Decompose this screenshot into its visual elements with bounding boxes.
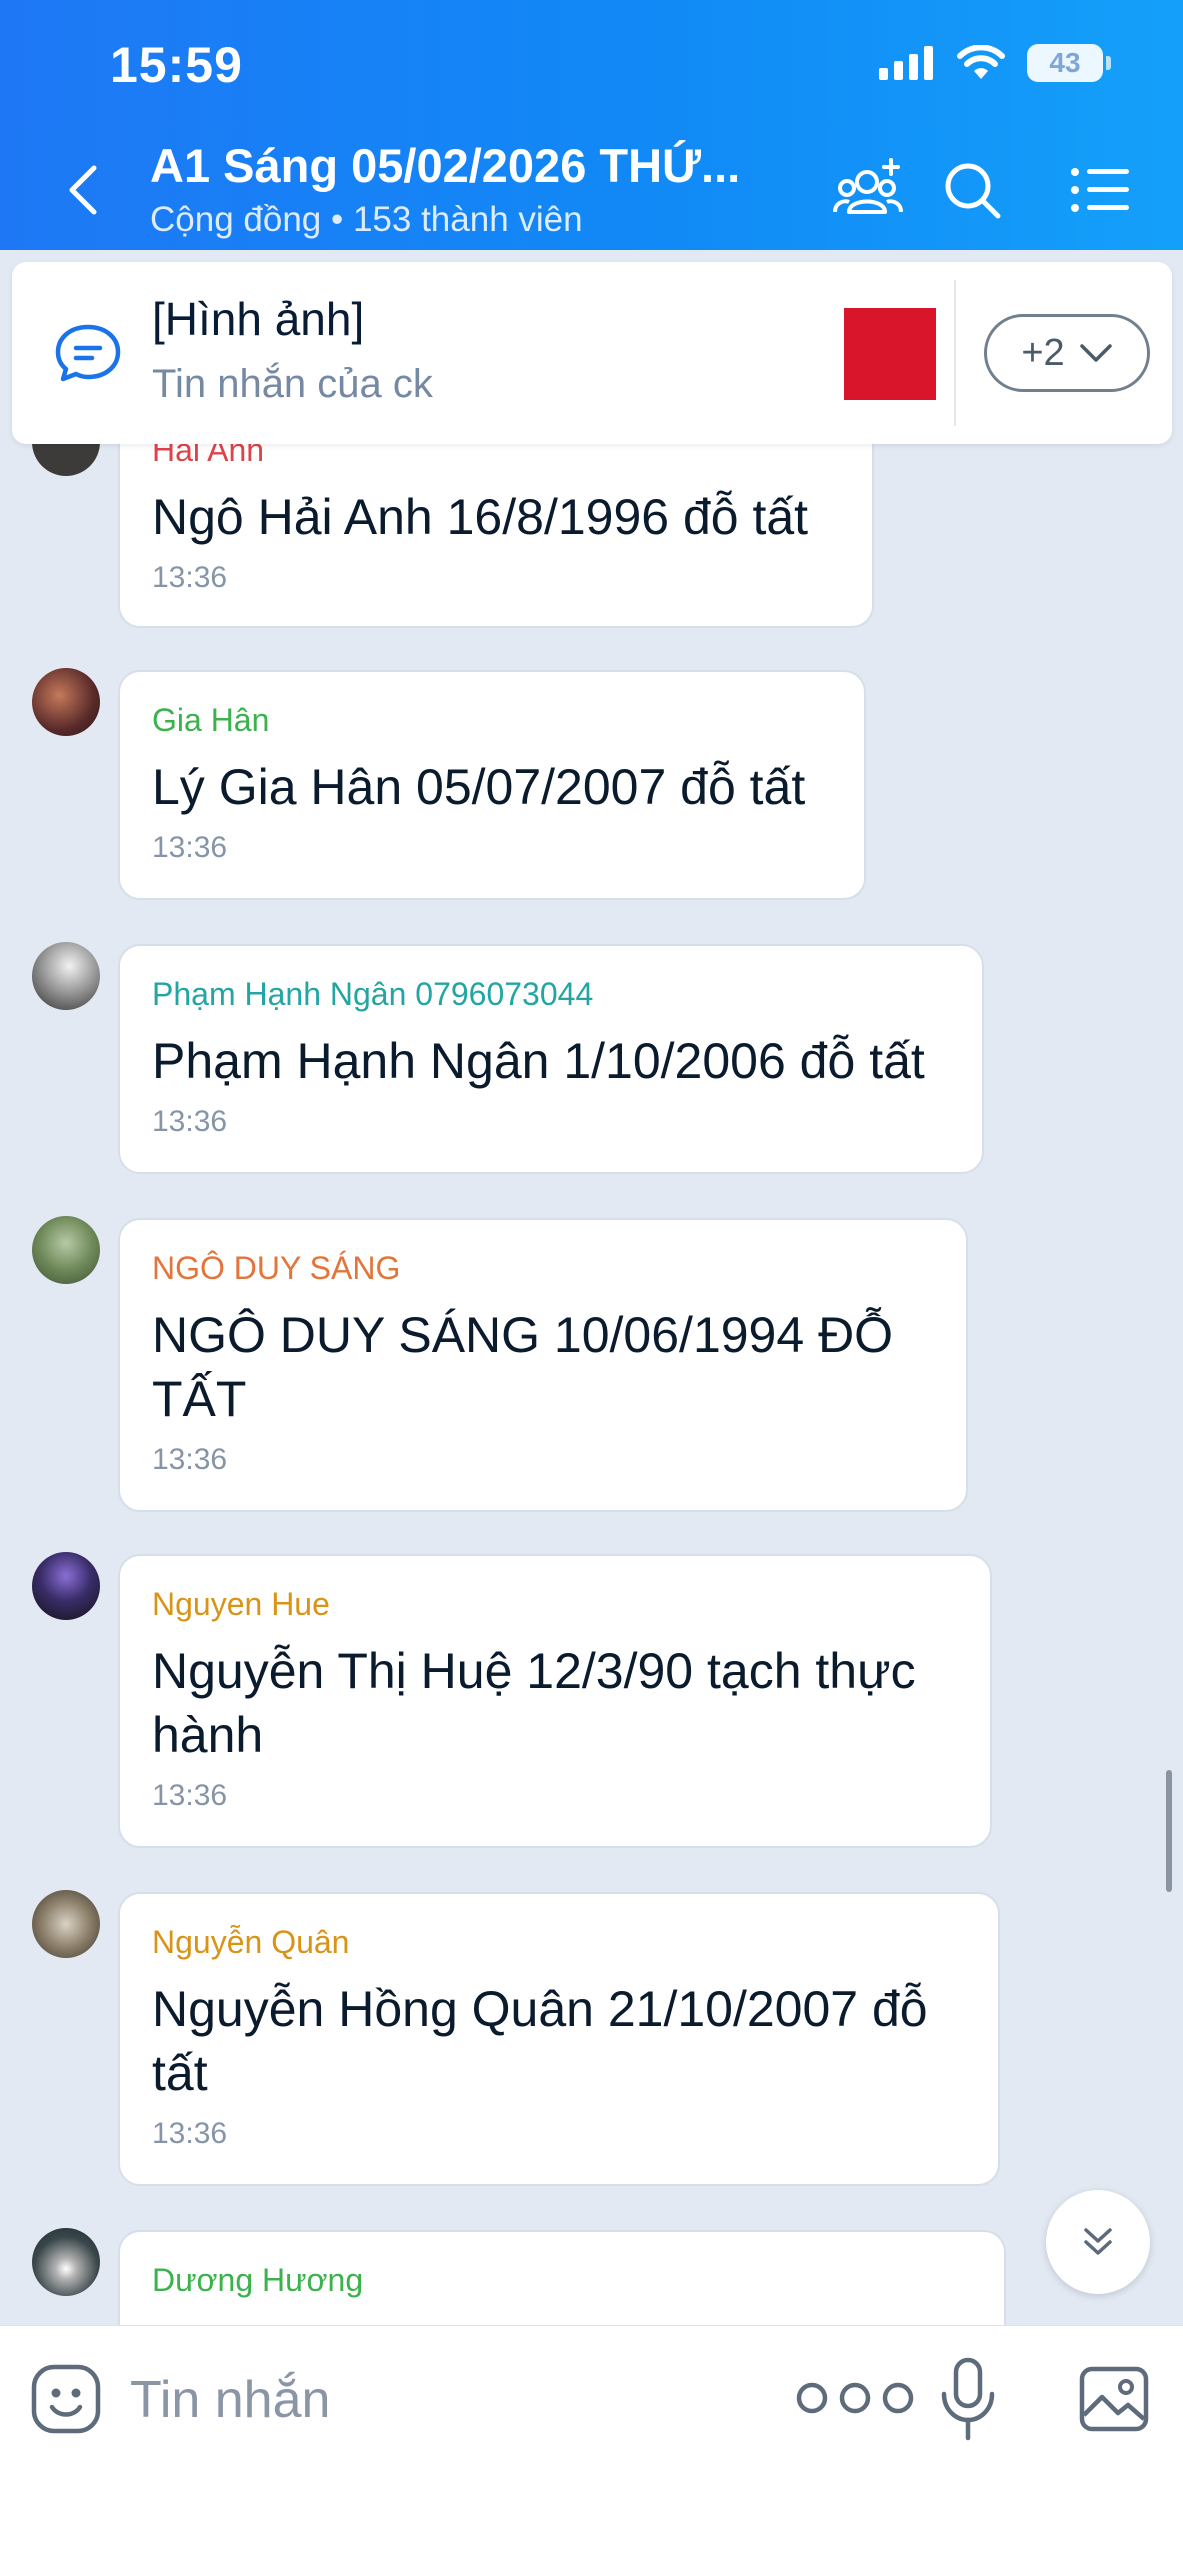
search-button[interactable] [932,150,1012,230]
scrollbar[interactable] [1166,1770,1172,1892]
menu-list-icon [1071,168,1129,212]
avatar[interactable] [32,942,100,1010]
group-title[interactable]: A1 Sáng 05/02/2026 THỨ... [150,138,780,193]
pinned-more-count: +2 [1021,331,1065,374]
message-input[interactable] [130,2362,730,2438]
pinned-more-button[interactable]: +2 [984,314,1150,392]
avatar[interactable] [32,1890,100,1958]
message-time: 13:36 [152,561,228,594]
emoji-sticker-icon[interactable] [30,2363,102,2435]
status-icons: 43 [879,44,1111,82]
menu-button[interactable] [1060,150,1140,230]
double-chevron-down-icon [1084,2228,1112,2255]
message-bubble[interactable]: Gia Hân Lý Gia Hân 05/07/2007 đỗ tất 13:… [118,670,866,900]
image-gallery-icon[interactable] [1078,2363,1150,2435]
search-icon [945,163,1001,219]
sender-name: NGÔ DUY SÁNG [152,1250,401,1286]
message-text: Phạm Hạnh Ngân 1/10/2006 đỗ tất [152,1033,925,1089]
pinned-message-bar[interactable]: [Hình ảnh] Tin nhắn của ck +2 [12,262,1172,444]
message-time: 13:36 [152,1105,228,1138]
sender-name: Nguyen Hue [152,1586,330,1622]
message-bubble[interactable]: Nguyen Hue Nguyễn Thị Huệ 12/3/90 tạch t… [118,1554,992,1848]
status-time: 15:59 [110,37,243,93]
chat-header: 15:59 43 A1 Sáng 05/02/2026 THỨ... Cộng … [0,0,1183,250]
back-icon [69,165,97,215]
chat-bubble-icon [55,324,121,382]
avatar[interactable] [32,668,100,736]
message-text: NGÔ DUY SÁNG 10/06/1994 ĐỖ TẤT [152,1307,894,1427]
wifi-icon [957,45,1005,79]
message-time: 13:36 [152,831,228,864]
avatar[interactable] [32,2228,100,2296]
message-text: Nguyễn Hồng Quân 21/10/2007 đỗ tất [152,1981,928,2101]
group-add-icon [833,158,903,214]
message-bubble[interactable]: Phạm Hạnh Ngân 0796073044 Phạm Hạnh Ngân… [118,944,984,1174]
pinned-title: [Hình ảnh] [152,293,365,345]
group-members-button[interactable] [828,150,908,230]
divider [954,280,956,426]
pinned-subtitle: Tin nhắn của ck [152,362,433,406]
message-bubble[interactable]: Dương Hương [118,2230,1006,2325]
avatar[interactable] [32,1216,100,1284]
scroll-to-bottom-button[interactable] [1046,2190,1150,2294]
more-options-icon[interactable] [792,2378,918,2418]
message-text: Ngô Hải Anh 16/8/1996 đỗ tất [152,489,809,545]
message-time: 13:36 [152,1443,228,1476]
signal-icon [879,46,933,80]
avatar[interactable] [32,1552,100,1620]
sender-name: Nguyễn Quân [152,1924,350,1960]
message-time: 13:36 [152,1779,228,1812]
pinned-image-thumbnail[interactable] [844,308,936,400]
sender-name: Phạm Hạnh Ngân 0796073044 [152,976,594,1012]
message-bubble[interactable]: Nguyễn Quân Nguyễn Hồng Quân 21/10/2007 … [118,1892,1000,2186]
sender-name: Dương Hương [152,2262,364,2298]
battery-indicator: 43 [1027,44,1111,82]
sender-name: Gia Hân [152,702,270,738]
message-text: Lý Gia Hân 05/07/2007 đỗ tất [152,759,806,815]
message-text: Nguyễn Thị Huệ 12/3/90 tạch thực hành [152,1643,916,1763]
group-subtitle[interactable]: Cộng đồng • 153 thành viên [150,200,583,240]
microphone-icon[interactable] [936,2356,1000,2442]
message-time: 13:36 [152,2117,228,2150]
chevron-down-icon [1079,344,1112,362]
message-bubble[interactable]: NGÔ DUY SÁNG NGÔ DUY SÁNG 10/06/1994 ĐỖ … [118,1218,968,1512]
composer [0,2325,1183,2560]
back-button[interactable] [52,160,112,220]
message-list[interactable]: Hải Anh Ngô Hải Anh 16/8/1996 đỗ tất 13:… [0,250,1183,2325]
